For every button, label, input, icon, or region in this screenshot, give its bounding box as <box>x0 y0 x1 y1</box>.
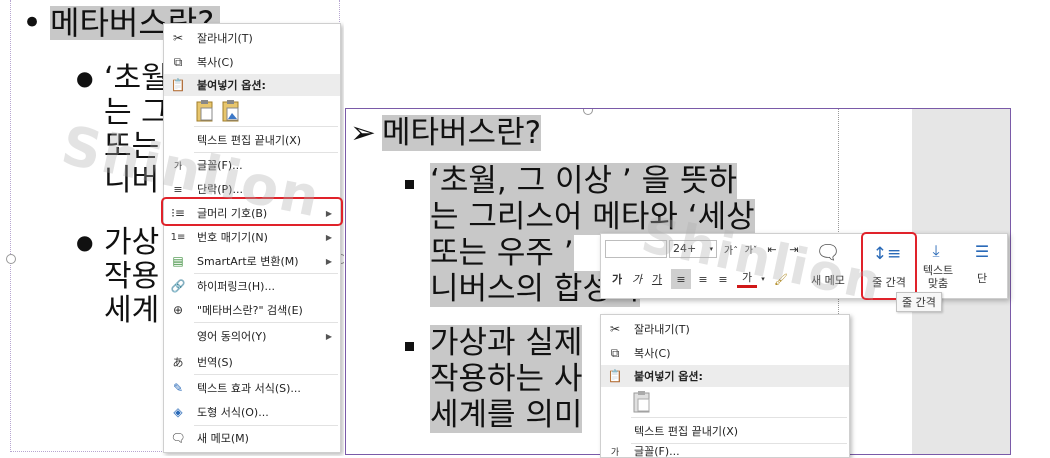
menu-item-search[interactable]: ⊕ "메타버스란?" 검색(E) <box>164 298 340 322</box>
bullet-dot: ● <box>76 230 94 254</box>
columns-button-label[interactable]: 단 <box>967 270 997 286</box>
arrow-bullet: ➢ <box>350 115 376 151</box>
menu-item-copy[interactable]: ⧉ 복사(C) <box>601 341 849 365</box>
submenu-arrow-icon: ▶ <box>325 232 332 242</box>
bullet-line[interactable]: 또는 우주 ’ <box>430 235 574 271</box>
italic-button[interactable]: 가 <box>627 270 647 288</box>
menu-item-cut[interactable]: ✂ 잘라내기(T) <box>164 26 340 50</box>
link-icon: 🔗 <box>170 279 186 293</box>
bullet-line[interactable]: 세계 <box>104 294 159 328</box>
bullet-line[interactable]: 가상 <box>104 226 159 260</box>
bullet-dot: • <box>22 3 43 43</box>
align-left-icon: ≡ <box>676 272 686 286</box>
text-fit-icon-wrap[interactable]: ⤓ <box>921 238 951 264</box>
menu-heading-paste: 📋 붙여넣기 옵션: <box>164 74 340 96</box>
menu-item-text-effects[interactable]: ✎ 텍스트 효과 서식(S)... <box>164 376 340 400</box>
underline-button[interactable]: 가 <box>647 270 667 288</box>
menu-item-new-memo[interactable]: 🗨 새 메모(M) <box>164 426 340 450</box>
menu-item-translate[interactable]: あ 번역(S) <box>164 350 340 374</box>
menu-separator <box>631 417 847 418</box>
menu-item-exit-text-edit[interactable]: 텍스트 편집 끝내기(X) <box>601 419 849 443</box>
paste-picture-icon <box>222 100 239 122</box>
menu-separator <box>194 322 338 323</box>
smartart-icon: ▤ <box>172 254 184 268</box>
resize-handle[interactable] <box>6 254 16 264</box>
paste-keep-icon <box>196 100 213 122</box>
submenu-arrow-icon: ▶ <box>325 331 332 341</box>
bullet-line[interactable]: 세계를 의미 <box>430 397 583 433</box>
bullet-line[interactable]: ‘초월, 그 이상 ’ 을 뜻하 <box>430 163 737 199</box>
menu-separator <box>194 374 338 375</box>
text-effects-icon: ✎ <box>172 381 184 395</box>
bullet-line[interactable]: 작용하는 사 <box>430 361 583 397</box>
bullet-line[interactable]: 가상과 실제 <box>430 325 583 361</box>
tooltip-line-spacing: 줄 간격 <box>896 292 942 312</box>
copy-icon: ⧉ <box>610 345 620 360</box>
text-fit-icon: ⤓ <box>932 241 940 260</box>
submenu-arrow-icon: ▶ <box>325 256 332 266</box>
shape-format-icon: ◈ <box>173 405 183 419</box>
slide-heading[interactable]: 메타버스란? <box>382 115 542 151</box>
scissors-icon: ✂ <box>609 322 621 336</box>
search-icon: ⊕ <box>172 303 184 317</box>
columns-icon-wrap[interactable]: ☰ <box>967 238 997 264</box>
comment-icon: 🗨 <box>170 431 186 445</box>
paste-icon: 📋 <box>607 369 623 383</box>
menu-item-shape-format[interactable]: ◈ 도형 서식(O)... <box>164 400 340 424</box>
menu-item-smartart[interactable]: ▤ SmartArt로 변환(M) ▶ <box>164 249 340 273</box>
square-bullet <box>405 342 414 351</box>
bullet-dot: ● <box>76 66 94 90</box>
menu-item-hyperlink[interactable]: 🔗 하이퍼링크(H)... <box>164 274 340 298</box>
paste-keep-icon <box>633 391 650 413</box>
menu-separator <box>194 126 338 127</box>
paste-option-keep[interactable] <box>194 99 216 126</box>
numbered-list-icon: 1≡ <box>170 231 186 243</box>
menu-item-synonyms[interactable]: 영어 동의어(Y) ▶ <box>164 324 340 348</box>
menu-heading-paste: 📋 붙여넣기 옵션: <box>601 365 849 387</box>
bold-button[interactable]: 가 <box>607 270 627 288</box>
columns-icon: ☰ <box>974 241 990 261</box>
bullet-line[interactable]: ‘초월 <box>104 62 169 96</box>
square-bullet <box>405 180 414 189</box>
left-screenshot: • 메타버스란? ● ‘초월 는 그 또는 니버 ● 가상 작용 세계 ✂ 잘라… <box>0 0 344 456</box>
paste-option-keep[interactable] <box>631 390 653 417</box>
bullet-line[interactable]: 작용 <box>104 260 159 294</box>
copy-icon: ⧉ <box>173 54 183 69</box>
menu-item-cut[interactable]: ✂ 잘라내기(T) <box>601 317 849 341</box>
translate-icon: あ <box>172 356 184 369</box>
text-fit-button-label[interactable]: 텍스트 맞춤 <box>917 264 959 290</box>
paste-icon: 📋 <box>170 78 186 92</box>
menu-item-copy[interactable]: ⧉ 복사(C) <box>164 50 340 74</box>
context-menu: ✂ 잘라내기(T) ⧉ 복사(C) 📋 붙여넣기 옵션: 텍스트 편집 끝내기(… <box>600 314 850 458</box>
paste-option-picture[interactable] <box>220 99 242 126</box>
resize-handle[interactable] <box>583 109 593 115</box>
scissors-icon: ✂ <box>172 31 184 45</box>
context-menu: ✂ 잘라내기(T) ⧉ 복사(C) 📋 붙여넣기 옵션: 텍스트 편집 끝내기(… <box>163 23 341 453</box>
